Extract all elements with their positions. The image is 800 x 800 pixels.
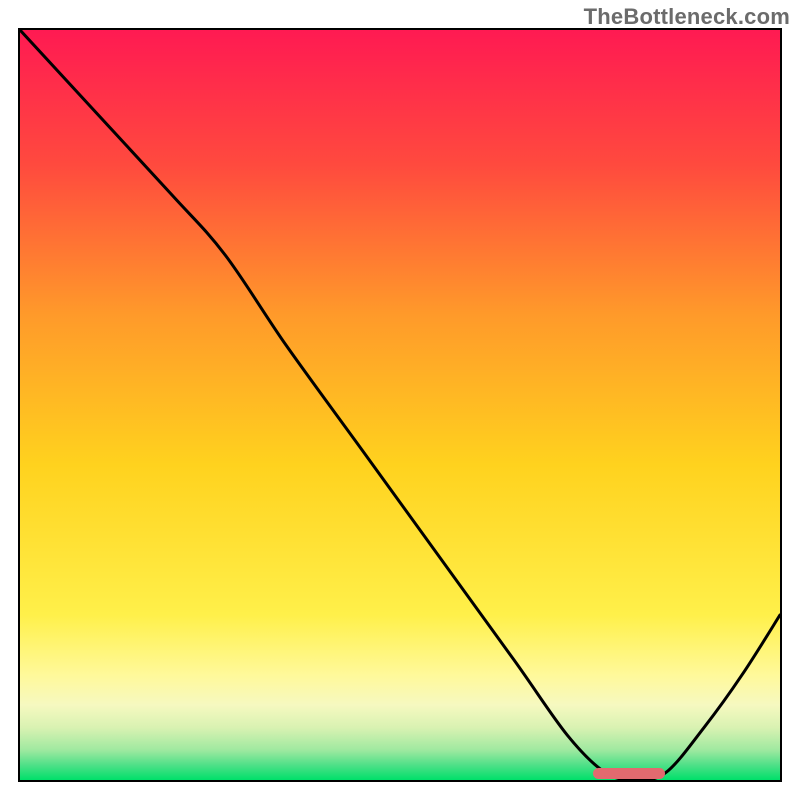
watermark-text: TheBottleneck.com (584, 4, 790, 30)
bottleneck-curve (20, 30, 780, 780)
optimum-marker (593, 768, 665, 779)
chart-root: TheBottleneck.com (0, 0, 800, 800)
plot-area (18, 28, 782, 782)
